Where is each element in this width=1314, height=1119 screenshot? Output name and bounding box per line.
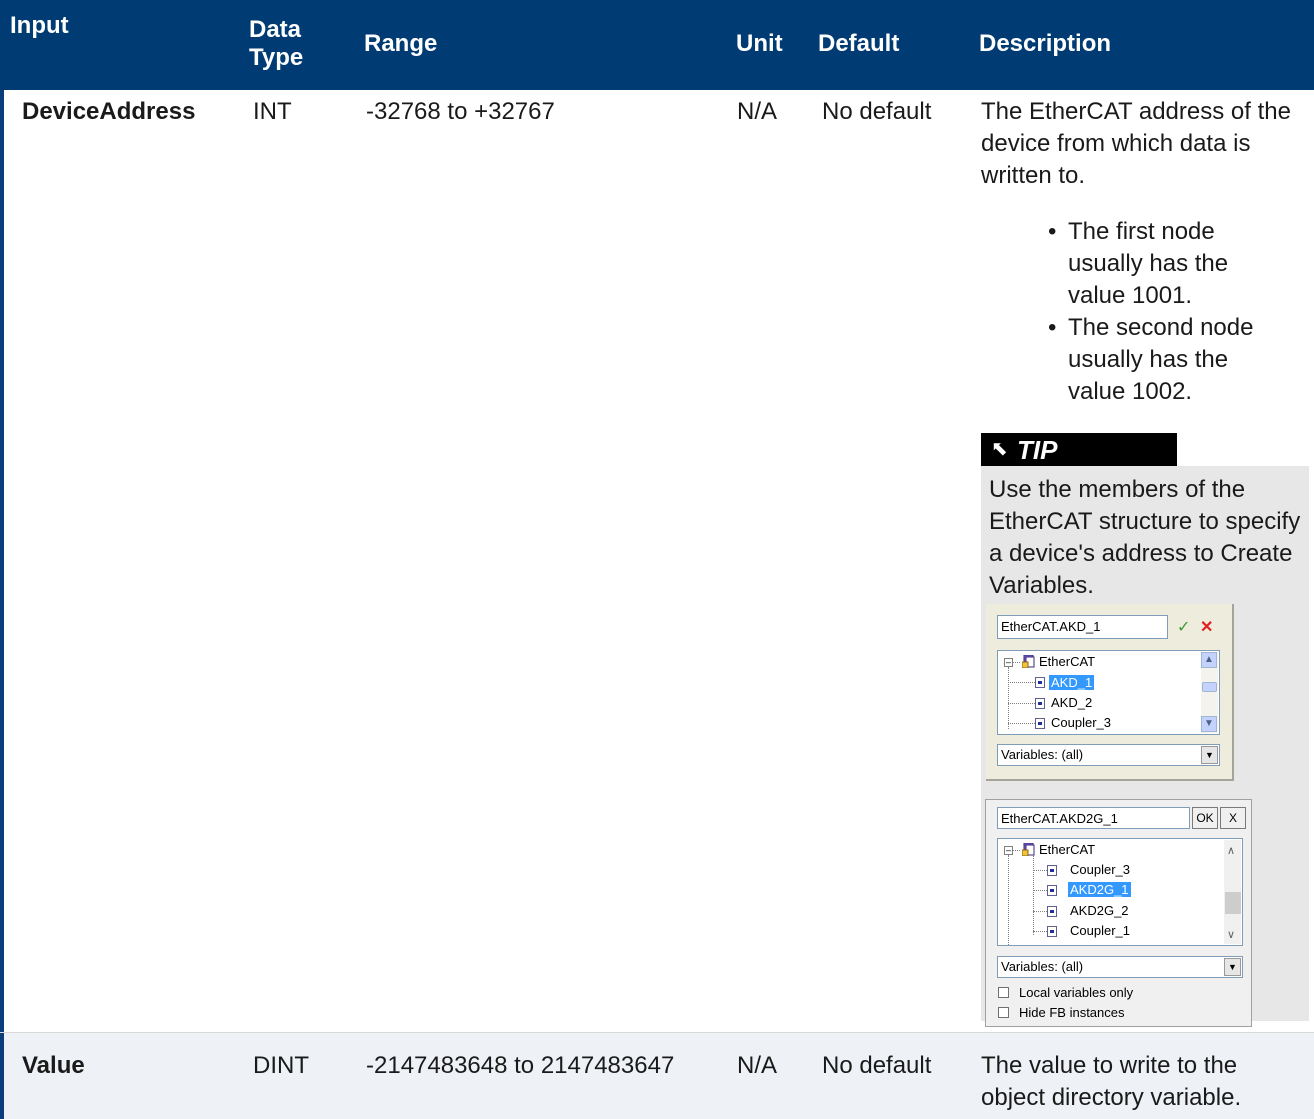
collapse-icon[interactable]: – (1004, 846, 1013, 855)
tree-scrollbar-1[interactable]: ▲ ▼ (1201, 652, 1218, 733)
check-icon[interactable]: ✓ (1177, 619, 1190, 637)
scroll-thumb[interactable] (1202, 682, 1217, 692)
variable-icon (1035, 677, 1045, 688)
scroll-down-icon[interactable]: ▼ (1201, 716, 1217, 732)
hide-fb-instances-label: Hide FB instances (1019, 1005, 1125, 1020)
row1-unit: N/A (737, 98, 778, 125)
variable-icon (1035, 698, 1045, 709)
tree-item-akd2g-1[interactable]: AKD2G_1 (1068, 882, 1131, 898)
variables-filter-value: Variables: (all) (1001, 747, 1084, 762)
cancel-x-icon[interactable]: ✕ (1200, 619, 1213, 637)
hide-fb-instances-checkbox[interactable] (998, 1007, 1009, 1018)
header-range: Range (364, 30, 438, 57)
tree-item-coupler-3[interactable]: Coupler_3 (1070, 862, 1130, 878)
row2-range: -2147483648 to 2147483647 (366, 1052, 675, 1079)
local-variables-checkbox[interactable] (998, 987, 1009, 998)
tree-item-coupler-3[interactable]: Coupler_3 (1051, 715, 1111, 731)
pin-icon: ⬉ (991, 438, 1008, 460)
variable-tree-1[interactable]: – EtherCAT AKD_1 AKD_2 Coupler_3 ▲ ▼ (997, 650, 1220, 735)
scroll-up-icon[interactable]: ∧ (1227, 844, 1235, 857)
row2-description: The value to write to the object directo… (981, 1052, 1242, 1111)
ok-button[interactable]: OK (1192, 807, 1218, 829)
tree-root-ethercat[interactable]: EtherCAT (1039, 842, 1095, 858)
row1-description: The EtherCAT address of the device from … (981, 98, 1291, 189)
row2-default: No default (822, 1052, 932, 1079)
variable-icon (1047, 885, 1057, 896)
table-left-border (0, 1033, 4, 1119)
variable-icon (1047, 906, 1057, 917)
row1-bullet-list: The first node usually has the value 100… (1010, 216, 1314, 408)
tree-item-akd-1[interactable]: AKD_1 (1049, 675, 1095, 691)
row2-unit: N/A (737, 1052, 778, 1079)
variable-input-2[interactable]: EtherCAT.AKD2G_1 (997, 807, 1190, 829)
row1-input: DeviceAddress (22, 98, 196, 125)
scroll-thumb[interactable] (1225, 892, 1241, 914)
variables-filter-1[interactable]: Variables: (all) ▼ (997, 744, 1220, 766)
dropdown-arrow-icon[interactable]: ▼ (1201, 746, 1218, 764)
tree-item-akd-2[interactable]: AKD_2 (1051, 695, 1092, 711)
header-default: Default (818, 30, 900, 57)
table-header: Input Data Type Range Unit Default Descr… (0, 0, 1314, 90)
variable-icon (1035, 718, 1045, 729)
tree-item-akd2g-2[interactable]: AKD2G_2 (1070, 903, 1129, 919)
local-variables-label: Local variables only (1019, 985, 1134, 1000)
variable-selector-dialog-2: EtherCAT.AKD2G_1 OK X – EtherCAT Coupler… (985, 799, 1252, 1027)
scroll-down-icon[interactable]: ∨ (1227, 928, 1235, 941)
header-description: Description (979, 30, 1112, 57)
row2-input: Value (22, 1052, 85, 1079)
variable-selector-dialog-1: EtherCAT.AKD_1 ✓ ✕ – EtherCAT AKD_1 AKD_… (986, 604, 1234, 781)
table-left-border (0, 90, 4, 1119)
bullet-second-node: The second node usually has the value 10… (1048, 312, 1268, 408)
tip-header: ⬉ TIP (981, 433, 1177, 466)
bullet-first-node: The first node usually has the value 100… (1048, 216, 1268, 312)
header-unit: Unit (736, 30, 783, 57)
row1-range: -32768 to +32767 (366, 98, 555, 125)
variable-icon (1047, 926, 1057, 937)
header-data-type: Data Type (249, 16, 304, 71)
variable-icon (1047, 865, 1057, 876)
collapse-icon[interactable]: – (1004, 658, 1013, 667)
tree-root-ethercat[interactable]: EtherCAT (1039, 654, 1095, 670)
variable-tree-2[interactable]: – EtherCAT Coupler_3 AKD2G_1 AKD2G_2 Cou… (997, 838, 1243, 946)
variable-input-1[interactable]: EtherCAT.AKD_1 (997, 615, 1168, 639)
tree-item-coupler-1[interactable]: Coupler_1 (1070, 923, 1130, 939)
row1-default: No default (822, 98, 932, 125)
close-button[interactable]: X (1220, 807, 1246, 829)
dropdown-arrow-icon[interactable]: ▼ (1224, 958, 1241, 976)
scroll-up-icon[interactable]: ▲ (1201, 652, 1217, 668)
parameter-table: Input Data Type Range Unit Default Descr… (0, 0, 1314, 1119)
tip-text: Use the members of the EtherCAT structur… (989, 476, 1301, 599)
tip-label: TIP (1017, 435, 1058, 465)
variables-filter-2[interactable]: Variables: (all) ▼ (997, 956, 1243, 978)
row1-data-type: INT (253, 98, 292, 125)
tree-scrollbar-2[interactable]: ∧ ∨ (1224, 840, 1241, 944)
ethercat-folder-icon (1022, 655, 1035, 668)
row2-data-type: DINT (253, 1052, 309, 1079)
header-input: Input (10, 12, 69, 39)
variables-filter-value: Variables: (all) (1001, 959, 1084, 974)
